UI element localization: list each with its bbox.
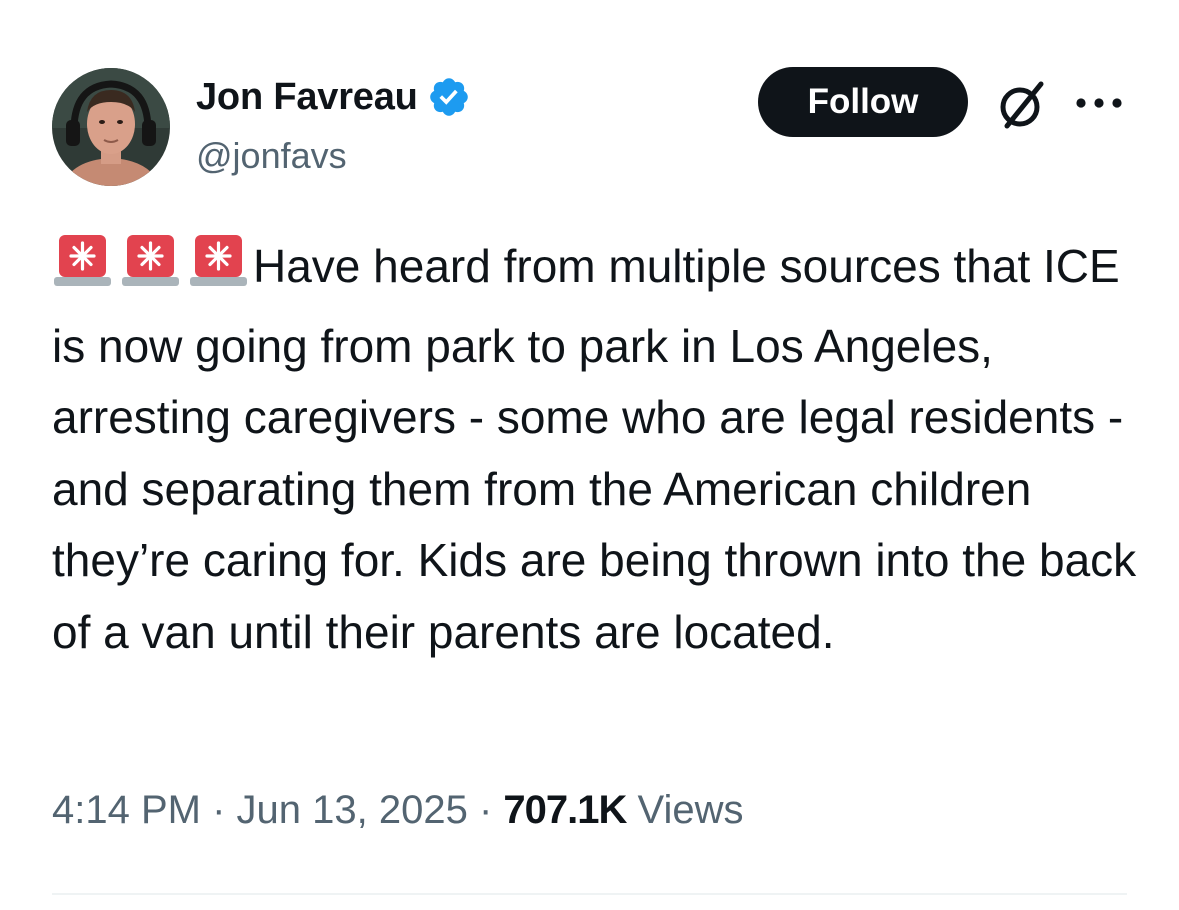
tweet-date[interactable]: Jun 13, 2025: [237, 788, 468, 832]
verified-badge-icon: [429, 78, 468, 116]
tweet-meta: 4:14 PM · Jun 13, 2025 · 707.1K Views: [52, 788, 743, 833]
author-name-row: Jon Favreau: [196, 74, 471, 120]
meta-separator: ·: [467, 788, 504, 832]
tweet-text: Have heard from multiple sources that IC…: [52, 230, 1142, 668]
follow-button[interactable]: Follow: [758, 67, 968, 137]
avatar[interactable]: [52, 68, 170, 186]
police-car-light-icon: [122, 235, 179, 286]
emoji-group: [52, 230, 249, 311]
police-car-light-icon: [54, 235, 111, 286]
police-car-light-icon: [190, 235, 247, 286]
meta-separator: ·: [200, 788, 237, 832]
views-count[interactable]: 707.1K: [503, 788, 627, 832]
divider: [52, 893, 1127, 895]
display-name[interactable]: Jon Favreau: [196, 76, 418, 119]
author-handle[interactable]: @jonfavs: [196, 135, 347, 177]
views-label[interactable]: Views: [637, 788, 743, 832]
grok-icon[interactable]: [993, 76, 1051, 134]
tweet-time[interactable]: 4:14 PM: [52, 788, 201, 832]
more-icon[interactable]: [1074, 94, 1124, 112]
